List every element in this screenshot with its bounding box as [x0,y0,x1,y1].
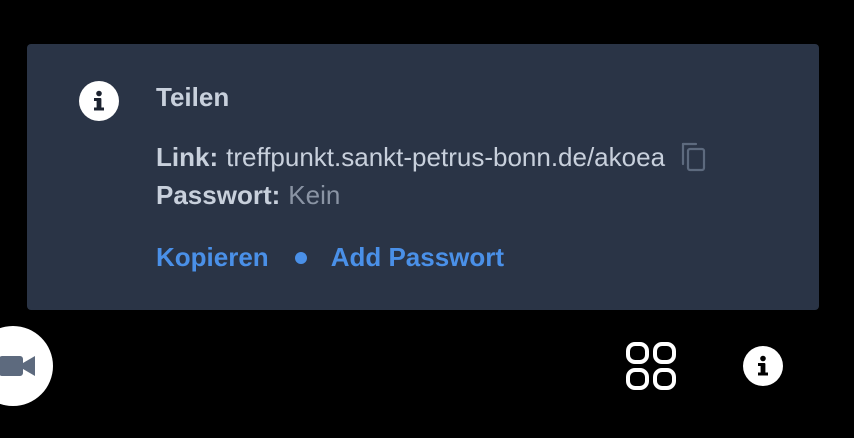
copy-link-button[interactable]: Kopieren [156,242,269,273]
camera-icon [0,356,35,376]
password-row: Passwort: Kein [156,180,340,211]
meeting-stage: Teilen Link: treffpunkt.sankt-petrus-bon… [0,0,854,438]
share-actions: Kopieren Add Passwort [156,242,504,273]
link-row: Link: treffpunkt.sankt-petrus-bonn.de/ak… [156,140,709,174]
link-label: Link: [156,141,219,172]
add-password-button[interactable]: Add Passwort [331,242,504,273]
info-icon [79,81,119,121]
meeting-link[interactable]: treffpunkt.sankt-petrus-bonn.de/akoea [226,142,665,173]
separator-dot [294,251,307,264]
info-icon [758,355,768,376]
tile-view-icon [626,342,676,390]
tile-view-button[interactable] [624,341,678,391]
copy-icon[interactable] [679,140,709,174]
password-value: Kein [288,180,341,210]
info-button[interactable] [743,346,783,386]
camera-toggle-button[interactable] [0,326,53,406]
share-info-panel: Teilen Link: treffpunkt.sankt-petrus-bon… [27,44,819,310]
password-label: Passwort: [156,180,281,210]
share-title: Teilen [156,82,230,112]
